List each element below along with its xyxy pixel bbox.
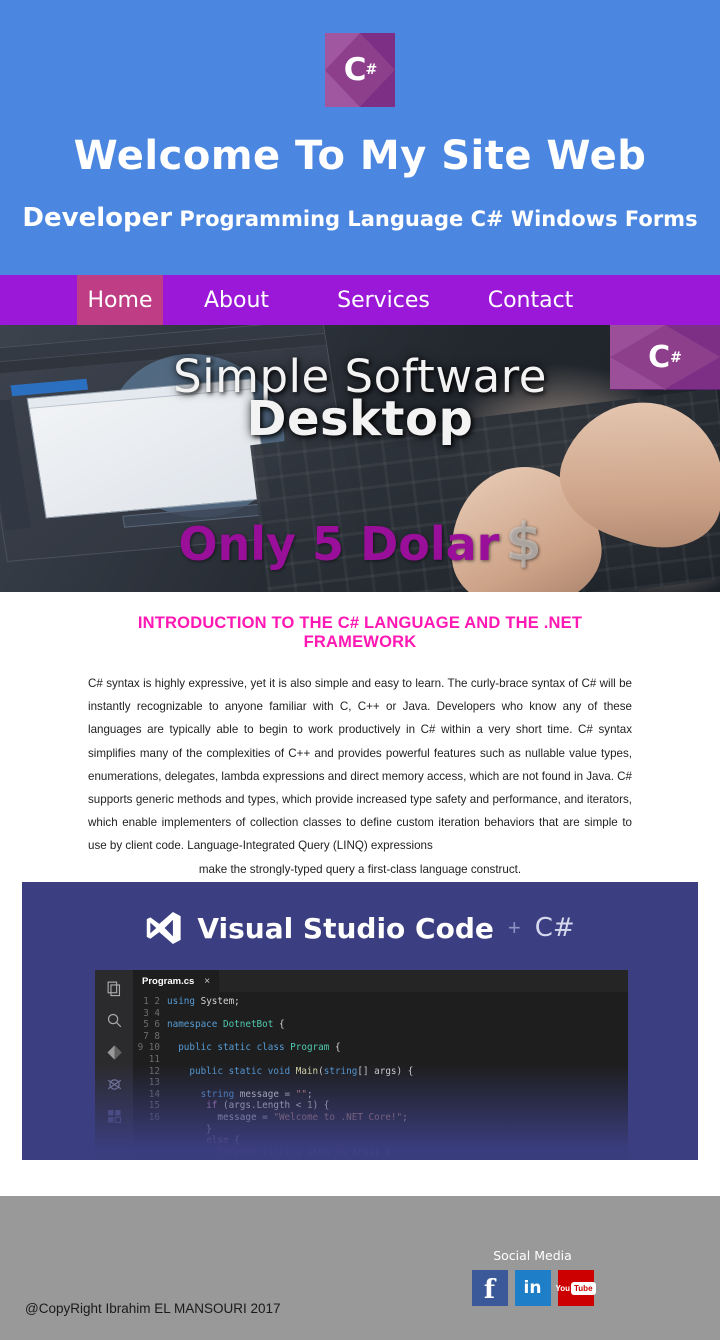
- youtube-box: Tube: [571, 1281, 596, 1295]
- vscode-header: Visual Studio Code + C#: [22, 882, 698, 947]
- code-editor: Program.cs × 1 2 3 4 5 6 7 8 9 10 11 12 …: [95, 970, 628, 1160]
- intro-paragraph: C# syntax is highly expressive, yet it i…: [88, 672, 632, 881]
- extensions-icon[interactable]: [106, 1108, 123, 1125]
- social-icon-list: f in You Tube: [455, 1270, 610, 1306]
- logo-sharp: #: [365, 62, 378, 78]
- social-media-block: Social Media f in You Tube: [455, 1248, 610, 1306]
- linkedin-icon[interactable]: in: [514, 1270, 551, 1306]
- tab-label: Program.cs: [142, 975, 195, 987]
- intro-paragraph-main: C# syntax is highly expressive, yet it i…: [88, 677, 632, 853]
- linkedin-glyph: in: [523, 1277, 542, 1298]
- subtitle-rest: Programming Language C# Windows Forms: [172, 207, 698, 231]
- editor-tab-program-cs[interactable]: Program.cs ×: [133, 970, 220, 992]
- intro-paragraph-tail: make the strongly-typed query a first-cl…: [198, 862, 522, 876]
- dollar-icon: $: [505, 513, 542, 573]
- files-icon[interactable]: [106, 980, 123, 997]
- code-text[interactable]: using System; namespace DotnetBot { publ…: [167, 996, 628, 1160]
- hero-badge-letter: C: [648, 340, 671, 375]
- hero-title-line2: Desktop: [246, 391, 474, 447]
- youtube-icon[interactable]: You Tube: [555, 1270, 596, 1306]
- facebook-icon[interactable]: f: [471, 1270, 508, 1306]
- logo-letter: C: [343, 52, 367, 88]
- hero-banner: Simple Software Desktop Only 5 Dolar $ C #: [0, 325, 720, 592]
- line-number-gutter: 1 2 3 4 5 6 7 8 9 10 11 12 13 14 15 16: [137, 996, 160, 1123]
- facebook-glyph: f: [483, 1275, 496, 1305]
- hero-csharp-badge-icon: C #: [610, 325, 720, 390]
- editor-main: Program.cs × 1 2 3 4 5 6 7 8 9 10 11 12 …: [133, 970, 628, 1160]
- hero-price: Only 5 Dolar $: [0, 513, 720, 573]
- nav-item-about[interactable]: About: [163, 275, 310, 325]
- close-icon[interactable]: ×: [204, 976, 210, 987]
- editor-tabs: Program.cs ×: [133, 970, 628, 992]
- hero-badge-sharp: #: [670, 349, 682, 366]
- source-control-icon[interactable]: [106, 1044, 123, 1061]
- activity-bar: [95, 970, 133, 1160]
- site-footer: Social Media f in You Tube @CopyRight Ibr…: [0, 1196, 720, 1340]
- code-content: 1 2 3 4 5 6 7 8 9 10 11 12 13 14 15 16 u…: [133, 992, 628, 1160]
- vscode-product-name: Visual Studio Code: [197, 911, 494, 945]
- subtitle-lead: Developer: [22, 203, 173, 233]
- intro-heading: INTRODUCTION TO THE C# LANGUAGE AND THE …: [137, 614, 583, 651]
- visual-studio-logo-icon: [147, 911, 181, 945]
- main-navigation: Home About Services Contact: [0, 275, 720, 325]
- nav-item-services[interactable]: Services: [310, 275, 457, 325]
- social-media-label: Social Media: [493, 1248, 572, 1263]
- csharp-logo-icon: C #: [325, 33, 395, 107]
- vscode-showcase-panel: Visual Studio Code + C# Program.cs × 1 2…: [22, 882, 698, 1160]
- hero-price-text: Only 5 Dolar: [178, 517, 500, 571]
- debug-icon[interactable]: [106, 1076, 123, 1093]
- search-icon[interactable]: [106, 1012, 123, 1029]
- page-title: Welcome To My Site Web: [73, 133, 647, 179]
- plus-icon: +: [507, 915, 521, 940]
- site-header: C # Welcome To My Site Web Developer Prog…: [0, 0, 720, 275]
- copyright-text: @CopyRight Ibrahim EL MANSOURI 2017: [25, 1301, 281, 1316]
- nav-item-home[interactable]: Home: [77, 275, 163, 325]
- page-subtitle: Developer Programming Language C# Window…: [0, 203, 720, 233]
- vscode-csharp-label: C#: [534, 913, 575, 943]
- youtube-word: You: [555, 1283, 570, 1293]
- nav-item-contact[interactable]: Contact: [457, 275, 604, 325]
